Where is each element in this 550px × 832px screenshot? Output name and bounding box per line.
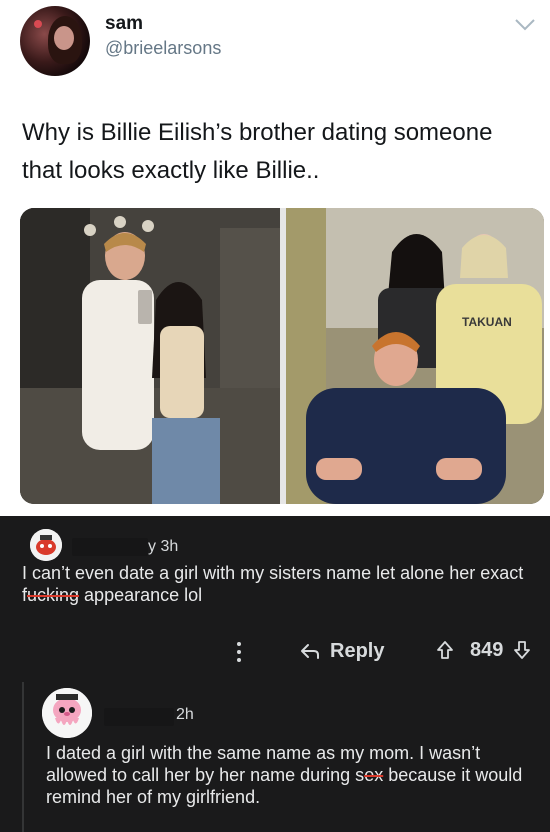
redacted-username [104, 708, 174, 726]
thread-line[interactable] [22, 682, 24, 832]
tweet-card: sam @brieelarsons Why is Billie Eilish’s… [0, 0, 550, 516]
octopus-avatar-icon [42, 688, 92, 738]
tweet-photo-left[interactable] [20, 208, 280, 504]
avatar-face [54, 26, 74, 50]
tweet-author-avatar[interactable] [20, 6, 90, 76]
comment-timestamp: y 3h [148, 538, 179, 555]
avatar-light [34, 20, 42, 28]
redacted-username [72, 538, 148, 556]
tweet-text: Why is Billie Eilish’s brother dating so… [22, 119, 493, 184]
vote-count: 849 [470, 639, 504, 661]
downvote-icon[interactable] [513, 640, 531, 660]
tweet-display-name[interactable]: sam [105, 13, 143, 35]
comment-body: I can’t even date a girl with my sisters… [22, 562, 532, 606]
tweet-photo-right[interactable]: TAKUAN [286, 208, 544, 504]
photo-right-illustration: TAKUAN [286, 208, 544, 504]
snoo-avatar-icon [30, 529, 62, 561]
reply-author-avatar[interactable] [42, 688, 92, 738]
censored-word: ex [364, 765, 384, 785]
more-options-icon[interactable] [236, 640, 242, 664]
tweet-handle[interactable]: @brieelarsons [105, 38, 221, 59]
reply-button[interactable]: Reply [300, 638, 384, 664]
svg-text:TAKUAN: TAKUAN [462, 315, 512, 329]
censored-word: ucking [27, 585, 80, 605]
reply-icon [301, 644, 319, 659]
reddit-thread: y 3h I can’t even date a girl with my si… [0, 516, 550, 832]
comment-author-avatar[interactable] [30, 529, 62, 561]
reply-timestamp: 2h [176, 706, 194, 723]
reply-body: I dated a girl with the same name as my … [46, 742, 542, 808]
tweet-photo-grid: TAKUAN [20, 208, 544, 504]
comment-text-part: appearance lol [79, 585, 203, 605]
upvote-icon[interactable] [436, 640, 454, 660]
chevron-down-icon[interactable] [514, 18, 536, 32]
photo-left-illustration [20, 208, 280, 504]
reply-label: Reply [330, 639, 385, 662]
